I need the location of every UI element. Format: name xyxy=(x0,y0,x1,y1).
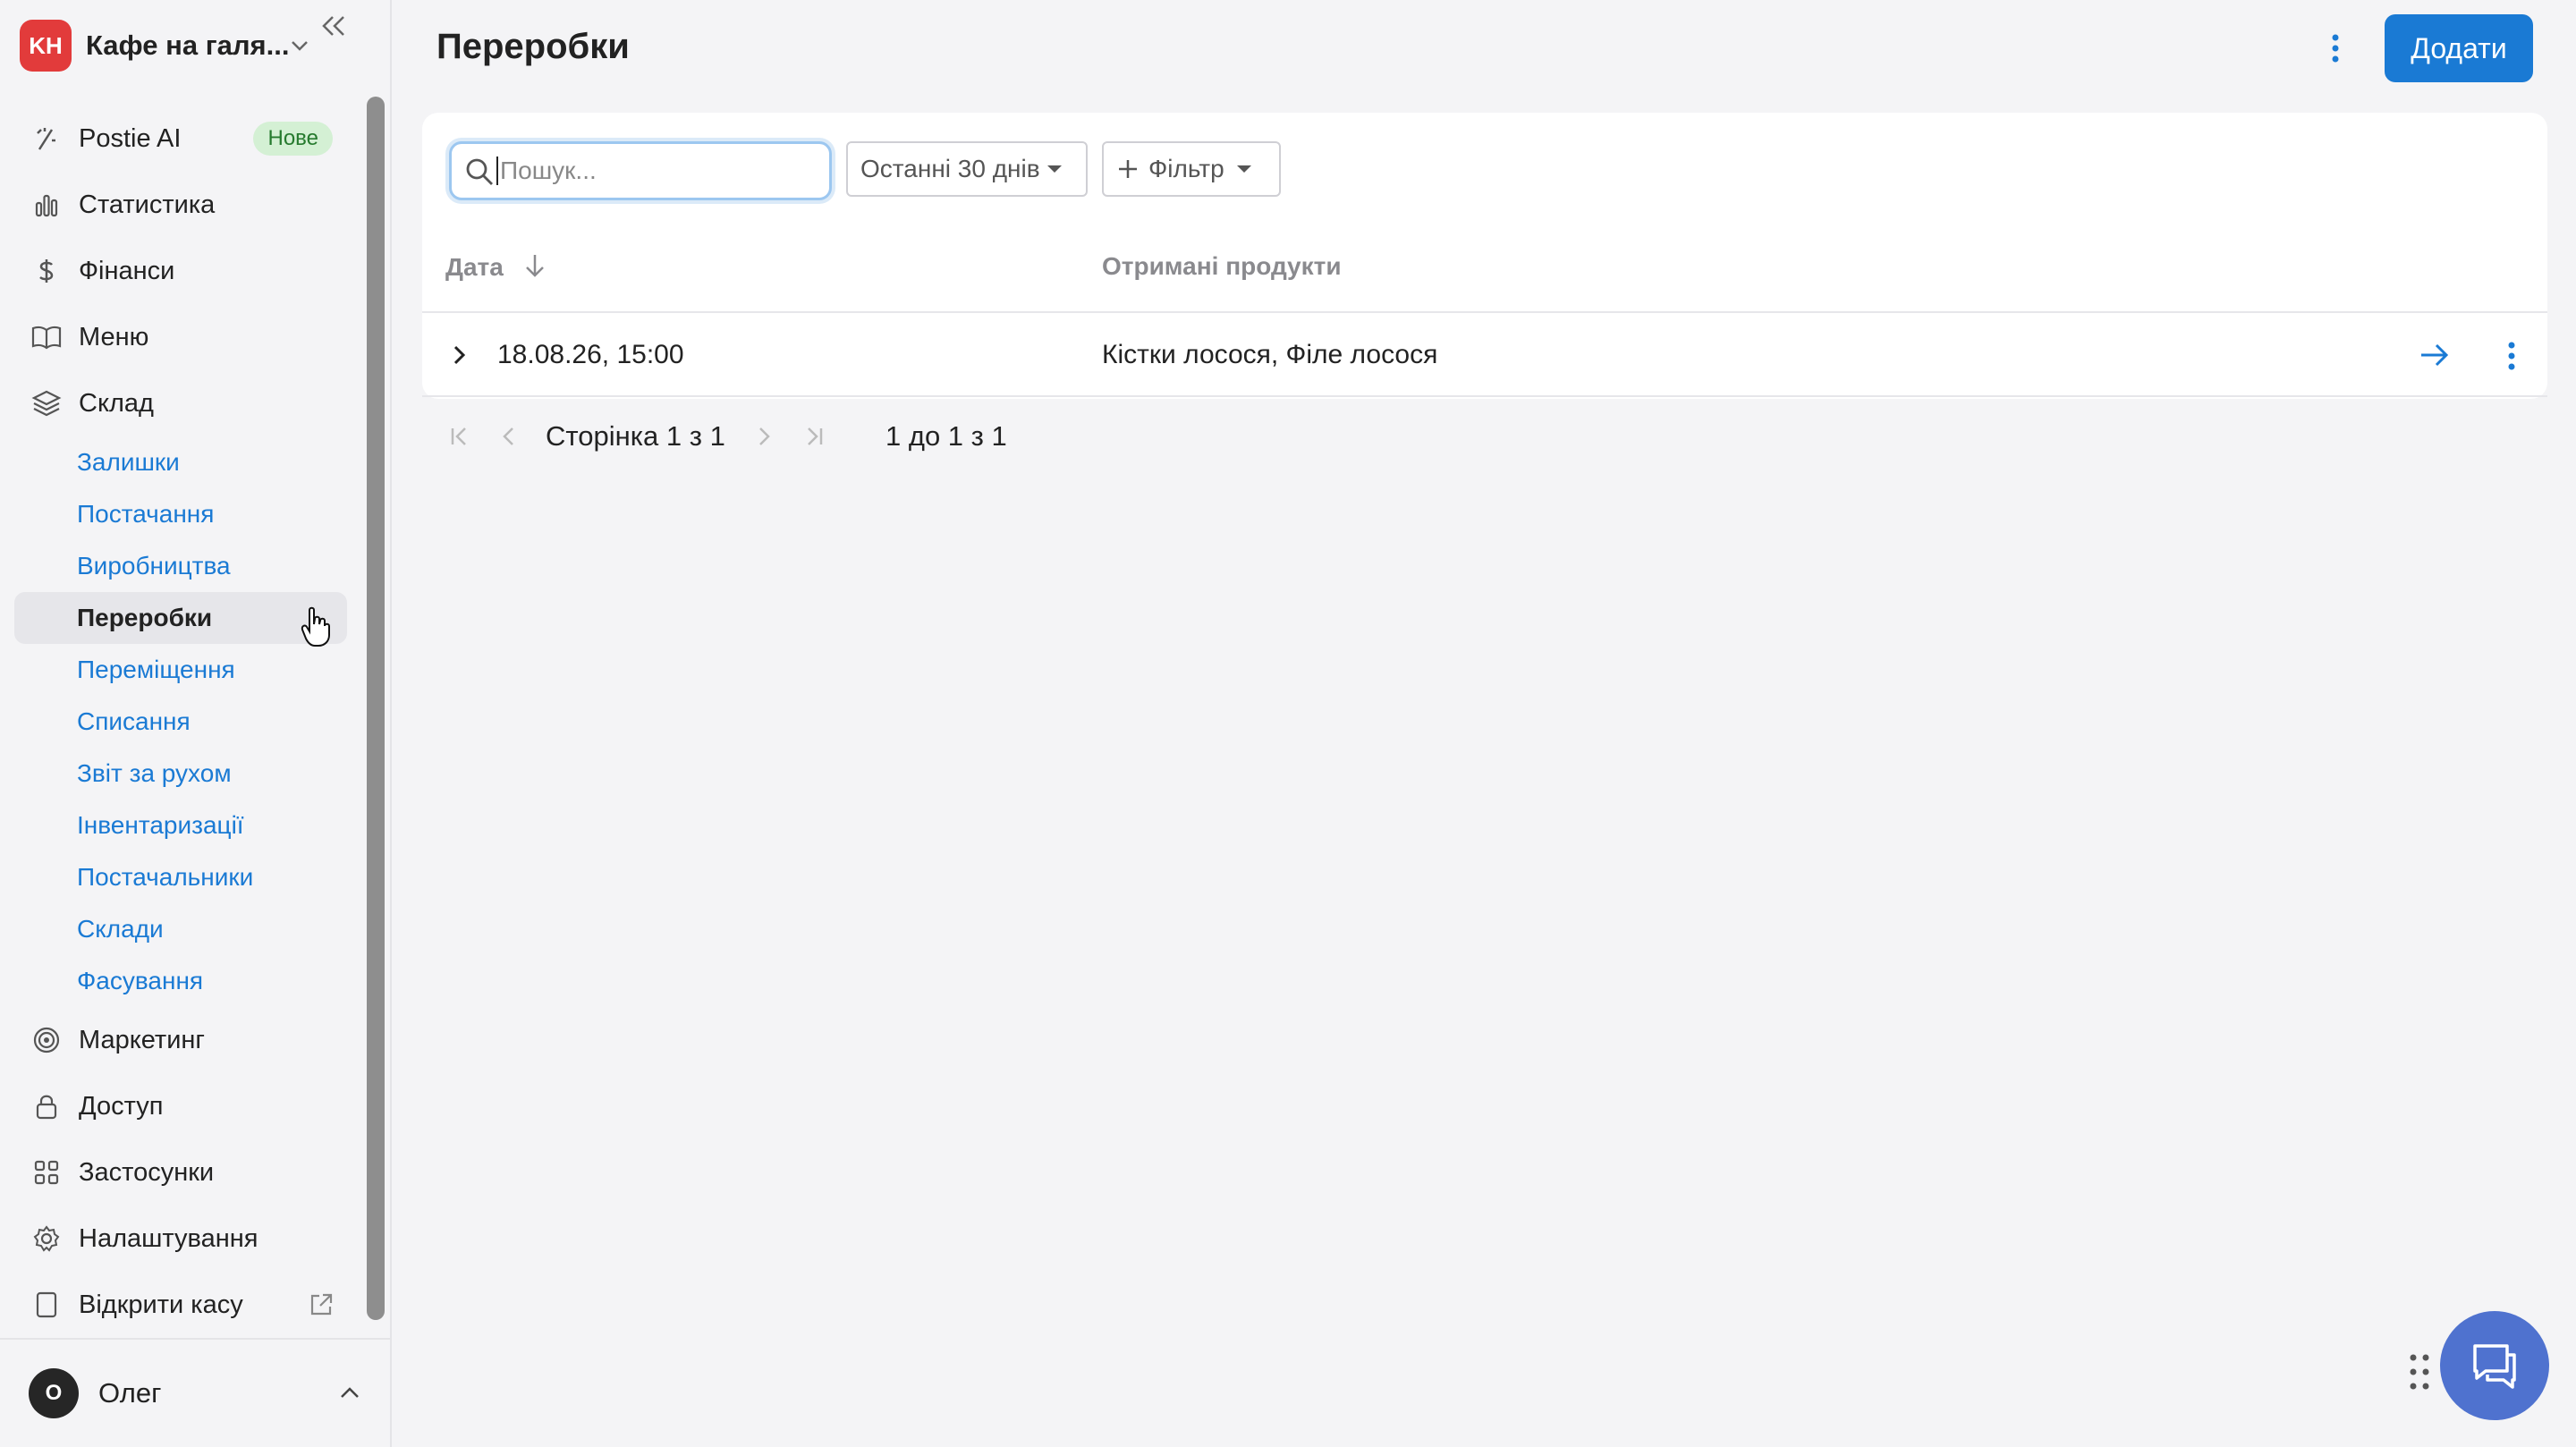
sidebar-item-label: Доступ xyxy=(79,1091,164,1121)
collapse-sidebar-icon[interactable] xyxy=(318,11,349,41)
row-date: 18.08.26, 15:00 xyxy=(497,340,684,369)
org-name: Кафе на галя... xyxy=(86,30,290,61)
arrow-right-icon[interactable] xyxy=(2419,340,2451,370)
previous-page-icon[interactable] xyxy=(497,424,522,449)
sidebar-item-open-register[interactable]: Відкрити касу xyxy=(14,1272,347,1338)
sidebar-item-label: Відкрити касу xyxy=(79,1290,243,1319)
lock-icon xyxy=(30,1090,63,1122)
sparkle-icon xyxy=(30,123,63,155)
sidebar-item-statistics[interactable]: Статистика xyxy=(14,172,347,238)
bar-chart-icon xyxy=(30,189,63,221)
drag-handle-icon[interactable] xyxy=(2408,1352,2431,1392)
sidebar-item-label: Статистика xyxy=(79,190,216,219)
first-page-icon[interactable] xyxy=(447,424,472,449)
sidebar-item-access[interactable]: Доступ xyxy=(14,1073,347,1139)
processing-card: Останні 30 днів Фільтр Дата Отримані про… xyxy=(422,113,2547,399)
filter-dropdown[interactable]: Фільтр xyxy=(1102,141,1281,197)
sidebar-subitem-suppliers[interactable]: Постачальники xyxy=(14,851,347,903)
row-products: Кістки лосося, Філе лосося xyxy=(1102,340,1438,369)
sidebar-item-label: Склад xyxy=(79,388,154,418)
page-of: з xyxy=(689,420,702,452)
table-row[interactable]: 18.08.26, 15:00 Кістки лосося, Філе лосо… xyxy=(422,311,2547,397)
sidebar-subitem-movement-report[interactable]: Звіт за рухом xyxy=(14,748,347,800)
page-label: Сторінка xyxy=(546,420,659,452)
sidebar-subitem-inventories[interactable]: Інвентаризації xyxy=(14,800,347,851)
user-name: Олег xyxy=(98,1377,162,1409)
sidebar-item-apps[interactable]: Застосунки xyxy=(14,1139,347,1206)
sidebar-item-menu[interactable]: Меню xyxy=(14,304,347,370)
target-icon xyxy=(30,1024,63,1056)
search-input[interactable] xyxy=(496,157,818,185)
row-more-icon[interactable] xyxy=(2503,340,2521,372)
sidebar-item-warehouse[interactable]: Склад xyxy=(14,370,347,436)
column-header-date[interactable]: Дата xyxy=(445,252,547,282)
org-logo: KH xyxy=(20,20,72,72)
org-switcher[interactable]: KH Кафе на галя... xyxy=(20,20,369,72)
chevron-down-icon xyxy=(292,41,308,51)
column-header-label: Дата xyxy=(445,253,504,281)
sidebar-item-label: Маркетинг xyxy=(79,1025,205,1054)
sidebar-item-label: Застосунки xyxy=(79,1157,215,1187)
gear-icon xyxy=(30,1223,63,1255)
caret-down-icon xyxy=(1236,165,1251,173)
arrow-down-icon xyxy=(525,255,544,277)
sidebar-subitem-processing[interactable]: Переробки xyxy=(14,592,347,644)
book-icon xyxy=(30,321,63,353)
period-label: Останні 30 днів xyxy=(860,155,1040,182)
sidebar: KH Кафе на галя... Postie AI Нове Статис… xyxy=(0,0,392,1447)
sidebar-subitem-writeoffs[interactable]: Списання xyxy=(14,696,347,748)
page-current: 1 xyxy=(665,420,682,452)
external-link-icon xyxy=(310,1293,333,1316)
search-box[interactable] xyxy=(449,141,832,200)
sidebar-subitem-supplies[interactable]: Постачання xyxy=(14,488,347,540)
user-menu[interactable]: О Олег xyxy=(0,1338,390,1447)
page-total: 1 xyxy=(709,420,725,452)
sidebar-subitem-transfers[interactable]: Переміщення xyxy=(14,644,347,696)
sidebar-item-finance[interactable]: Фінанси xyxy=(14,238,347,304)
search-icon xyxy=(466,158,493,185)
sidebar-item-label: Меню xyxy=(79,322,149,351)
sidebar-item-label: Фінанси xyxy=(79,256,175,285)
sidebar-subitem-warehouses[interactable]: Склади xyxy=(14,903,347,955)
sidebar-scrollbar[interactable] xyxy=(367,97,385,1320)
sidebar-item-settings[interactable]: Налаштування xyxy=(14,1206,347,1272)
chevron-right-icon[interactable] xyxy=(447,342,472,368)
layers-icon xyxy=(30,387,63,419)
sidebar-subitem-packaging[interactable]: Фасування xyxy=(14,955,347,1007)
add-button[interactable]: Додати xyxy=(2385,14,2533,82)
page-title: Переробки xyxy=(436,27,630,66)
range-text: 1 до 1 з 1 xyxy=(886,420,1007,452)
hand-cursor-icon xyxy=(301,606,330,647)
sidebar-nav: Postie AI Нове Статистика Фінанси Меню С… xyxy=(14,106,347,1338)
filter-label: Фільтр xyxy=(1148,155,1224,182)
next-page-icon[interactable] xyxy=(751,424,776,449)
avatar: О xyxy=(29,1368,79,1418)
sidebar-item-label: Налаштування xyxy=(79,1223,258,1253)
period-dropdown[interactable]: Останні 30 днів xyxy=(846,141,1088,197)
column-header-products[interactable]: Отримані продукти xyxy=(1102,252,1342,281)
sidebar-subitem-production[interactable]: Виробництва xyxy=(14,540,347,592)
plus-icon xyxy=(1119,160,1137,178)
sidebar-item-marketing[interactable]: Маркетинг xyxy=(14,1007,347,1073)
dollar-icon xyxy=(30,255,63,287)
sidebar-subitem-stock[interactable]: Залишки xyxy=(14,436,347,488)
grid-icon xyxy=(30,1156,63,1189)
new-badge: Нове xyxy=(253,122,333,156)
chat-button[interactable] xyxy=(2440,1311,2549,1420)
more-options-icon[interactable] xyxy=(2322,32,2349,64)
last-page-icon[interactable] xyxy=(801,424,826,449)
sidebar-item-postie-ai[interactable]: Postie AI Нове xyxy=(14,106,347,172)
caret-down-icon xyxy=(1046,165,1062,173)
page-indicator: Сторінка 1 з 1 xyxy=(546,420,725,453)
chat-icon xyxy=(2473,1344,2516,1389)
tablet-icon xyxy=(30,1289,63,1321)
chevron-up-icon xyxy=(341,1387,359,1398)
sidebar-item-label: Postie AI xyxy=(79,123,182,153)
